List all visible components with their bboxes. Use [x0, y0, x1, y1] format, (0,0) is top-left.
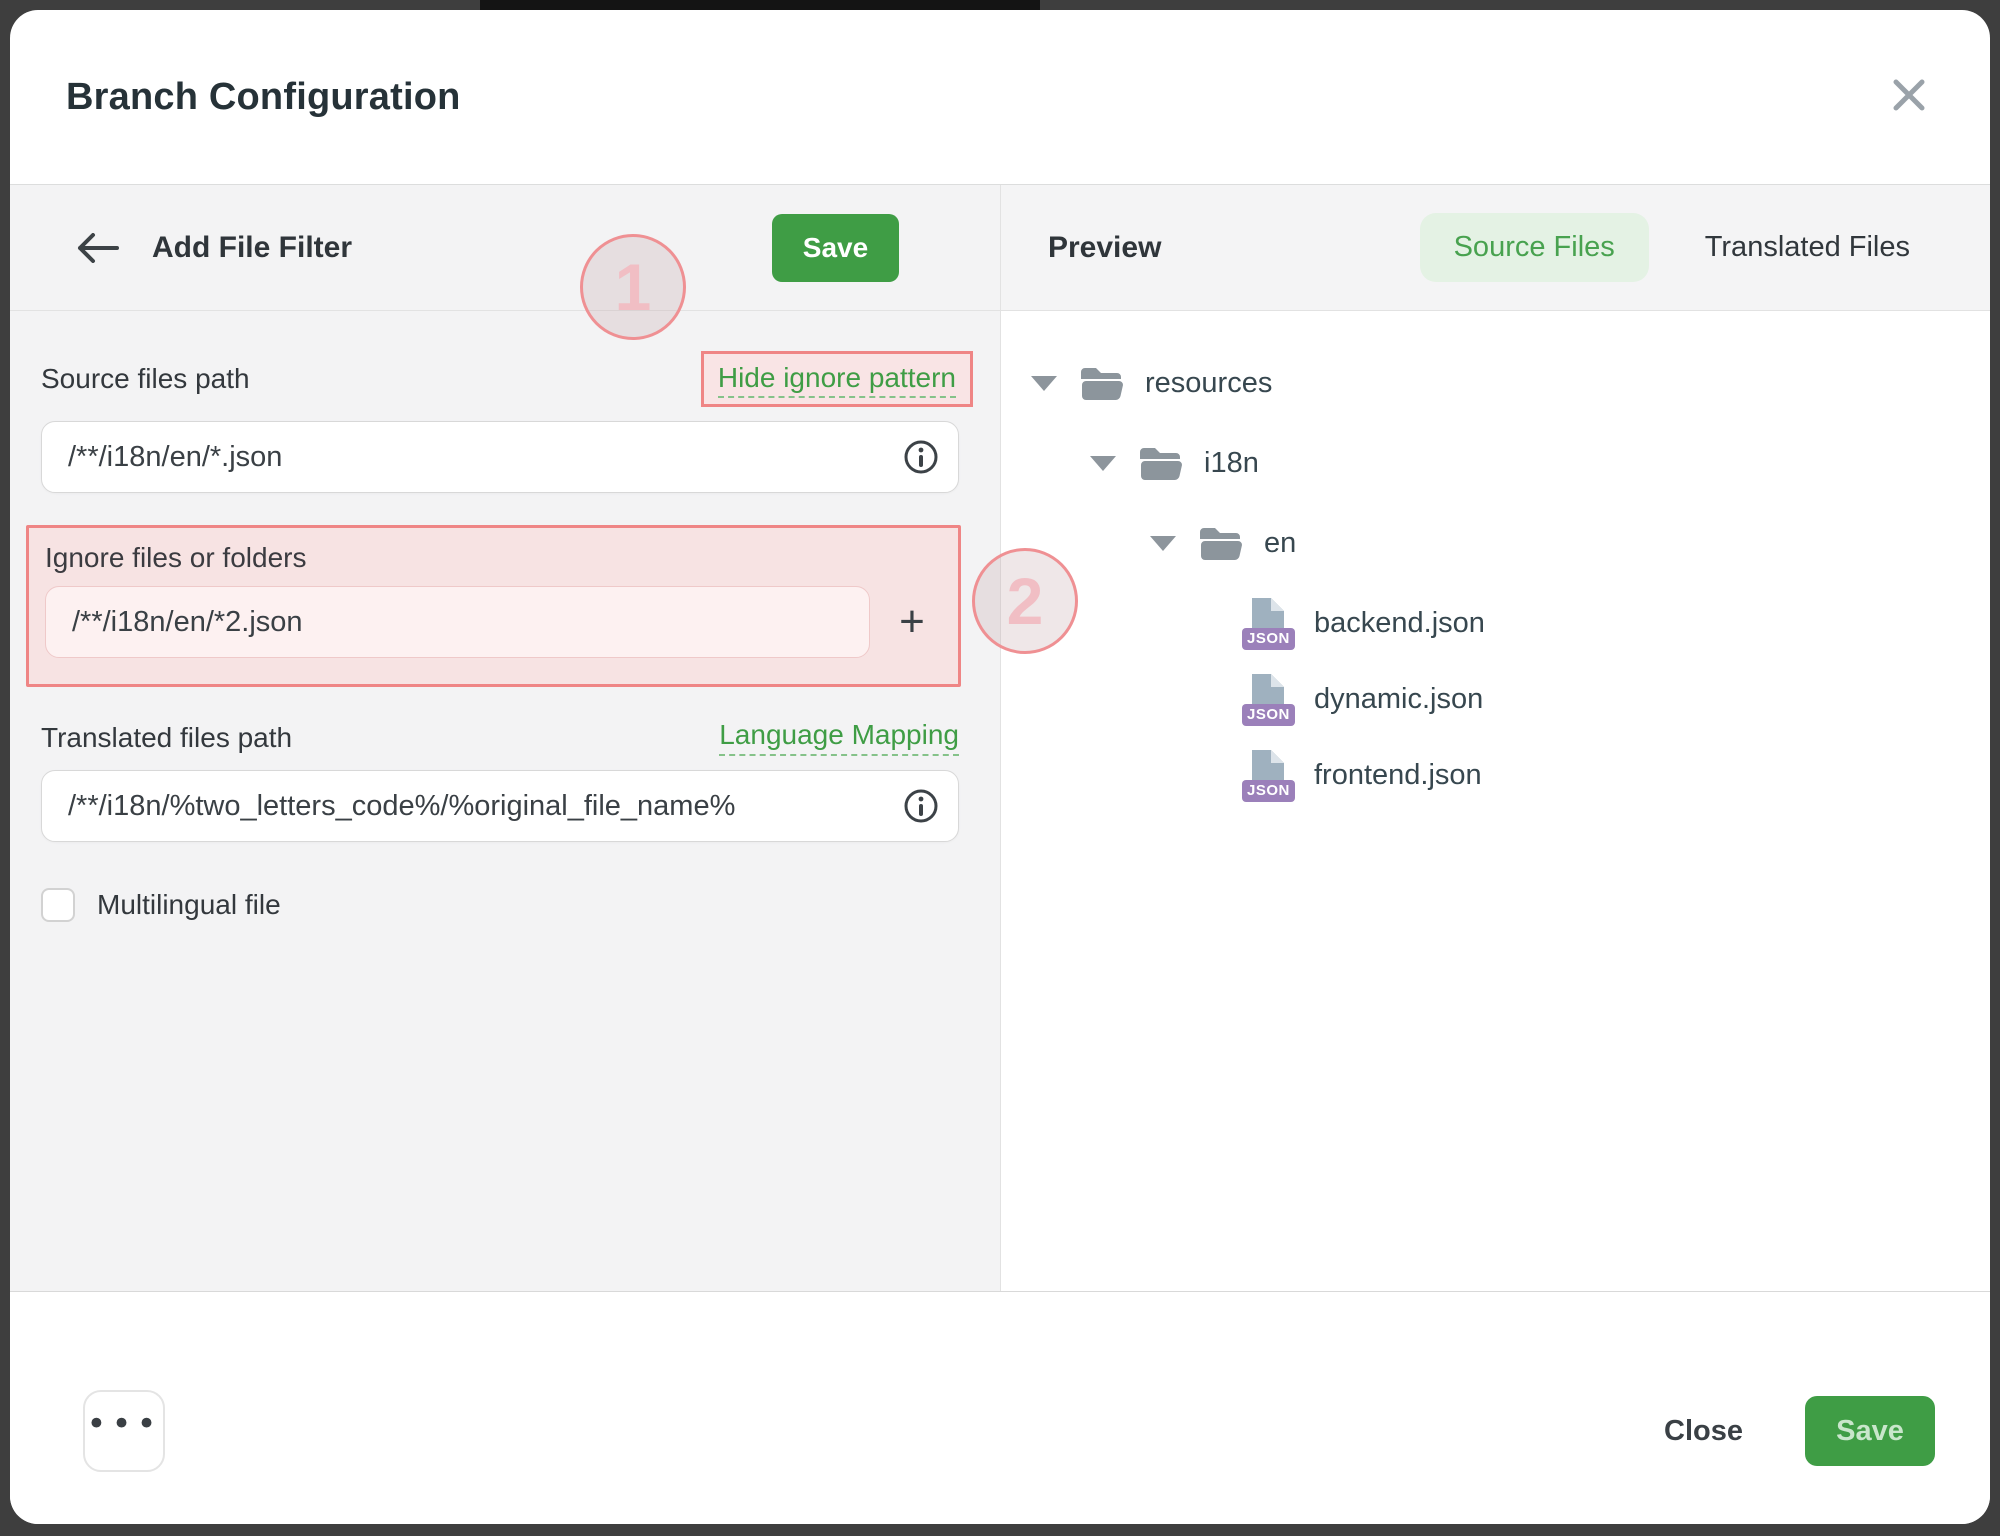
modal-footer: ••• Close Save — [10, 1292, 1990, 1524]
hide-ignore-pattern-link[interactable]: Hide ignore pattern — [718, 362, 956, 398]
modal-body: Add File Filter Save Source files path H… — [10, 184, 1990, 1292]
chevron-down-icon[interactable] — [1090, 456, 1116, 471]
preview-header: Preview Source Files Translated Files — [1001, 185, 1990, 311]
folder-icon — [1198, 524, 1244, 562]
json-badge: JSON — [1242, 628, 1295, 650]
backdrop-strip — [480, 0, 1040, 10]
panel-title: Add File Filter — [152, 231, 352, 265]
tree-file-frontend[interactable]: JSON frontend.json — [1001, 747, 1990, 803]
preview-tabs: Source Files Translated Files — [1420, 213, 1920, 282]
tree-file-label: backend.json — [1314, 607, 1485, 640]
ignore-pattern-highlight: Ignore files or folders + — [26, 525, 961, 687]
info-icon[interactable] — [903, 439, 939, 475]
tree-file-label: dynamic.json — [1314, 683, 1483, 716]
json-file-icon: JSON — [1248, 598, 1292, 648]
hide-ignore-pattern-highlight: Hide ignore pattern — [701, 351, 973, 407]
file-filter-header: Add File Filter Save — [10, 185, 1000, 311]
json-file-icon: JSON — [1248, 750, 1292, 800]
chevron-down-icon[interactable] — [1031, 376, 1057, 391]
json-file-icon: JSON — [1248, 674, 1292, 724]
tree-folder-label: en — [1264, 527, 1296, 560]
tree-folder-label: resources — [1145, 367, 1272, 400]
tab-translated-files[interactable]: Translated Files — [1695, 213, 1920, 282]
add-ignore-pattern-button[interactable]: + — [884, 594, 940, 650]
file-tree: resources i18n en — [1001, 311, 1990, 823]
tree-file-dynamic[interactable]: JSON dynamic.json — [1001, 671, 1990, 727]
multilingual-file-label: Multilingual file — [97, 889, 281, 921]
source-files-path-label: Source files path — [41, 363, 250, 395]
modal-title: Branch Configuration — [66, 76, 461, 119]
close-icon[interactable] — [1886, 72, 1932, 118]
chevron-down-icon[interactable] — [1150, 536, 1176, 551]
back-arrow-icon[interactable] — [76, 226, 120, 270]
json-badge: JSON — [1242, 704, 1295, 726]
translated-files-path-label: Translated files path — [41, 722, 292, 754]
preview-title: Preview — [1048, 231, 1161, 265]
close-button[interactable]: Close — [1664, 1415, 1743, 1448]
json-badge: JSON — [1242, 780, 1295, 802]
tree-folder-i18n[interactable]: i18n — [1001, 435, 1990, 491]
save-filter-button[interactable]: Save — [772, 214, 899, 282]
folder-icon — [1138, 444, 1184, 482]
file-filter-form: Source files path Hide ignore pattern Ig… — [10, 311, 1000, 922]
folder-icon — [1079, 364, 1125, 402]
preview-panel: Preview Source Files Translated Files re… — [1001, 185, 1990, 1291]
modal-header: Branch Configuration — [10, 10, 1990, 184]
ignore-pattern-input[interactable] — [45, 586, 870, 658]
tree-file-label: frontend.json — [1314, 759, 1482, 792]
source-files-path-input[interactable] — [41, 421, 959, 493]
save-button[interactable]: Save — [1805, 1396, 1935, 1466]
translated-files-path-input[interactable] — [41, 770, 959, 842]
tree-folder-label: i18n — [1204, 447, 1259, 480]
file-filter-panel: Add File Filter Save Source files path H… — [10, 185, 1001, 1291]
tree-folder-resources[interactable]: resources — [1001, 355, 1990, 411]
more-options-button[interactable]: ••• — [83, 1390, 165, 1472]
tree-file-backend[interactable]: JSON backend.json — [1001, 595, 1990, 651]
tab-source-files[interactable]: Source Files — [1420, 213, 1649, 282]
ignore-files-label: Ignore files or folders — [45, 542, 958, 574]
branch-configuration-modal: Branch Configuration Add File Filter Sav… — [10, 10, 1990, 1524]
language-mapping-link[interactable]: Language Mapping — [719, 719, 959, 756]
info-icon[interactable] — [903, 788, 939, 824]
tree-folder-en[interactable]: en — [1001, 515, 1990, 571]
multilingual-file-checkbox[interactable] — [41, 888, 75, 922]
